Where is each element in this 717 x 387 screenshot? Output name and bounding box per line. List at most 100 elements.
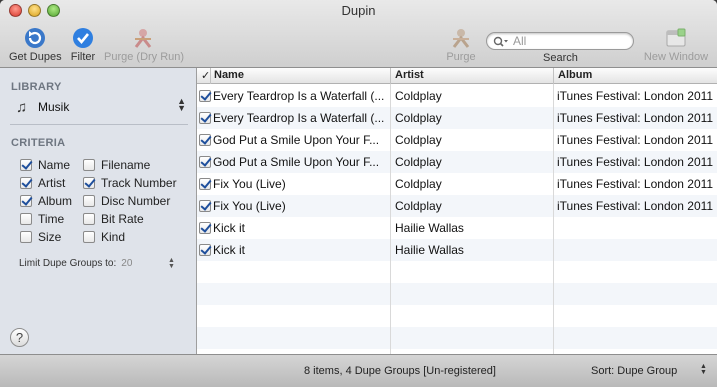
criteria-label: Bit Rate (101, 212, 144, 226)
filter-button[interactable]: Filter (69, 27, 97, 63)
library-select[interactable]: ♫ Musik ▲ ▼ (10, 97, 188, 117)
purge-button[interactable]: Purge (446, 27, 476, 63)
limit-value[interactable]: 20 (121, 258, 132, 269)
cell-album: iTunes Festival: London 2011 (557, 155, 714, 169)
filter-label: Filter (70, 51, 96, 63)
table-row[interactable]: Every Teardrop Is a Waterfall (... Coldpl… (197, 107, 717, 129)
criteria-track-number[interactable]: Track Number (83, 175, 177, 191)
table-row-empty (197, 283, 717, 305)
criteria-disc-number[interactable]: Disc Number (83, 193, 170, 209)
library-value: Musik (38, 100, 70, 114)
table-row[interactable]: Fix You (Live) Coldplay iTunes Festival: L… (197, 195, 717, 217)
row-checkbox[interactable] (199, 200, 211, 212)
cell-artist: Coldplay (395, 133, 442, 147)
column-header-artist[interactable]: Artist (395, 69, 424, 81)
cell-artist: Hailie Wallas (395, 221, 464, 235)
row-checkbox[interactable] (199, 112, 211, 124)
row-checkbox[interactable] (199, 244, 211, 256)
criteria-time[interactable]: Time (20, 211, 64, 227)
limit-stepper[interactable]: ▲ ▼ (168, 257, 175, 270)
row-checkbox[interactable] (199, 156, 211, 168)
purge-dry-run-button[interactable]: Purge (Dry Run) (104, 27, 184, 63)
column-grid-line (553, 84, 554, 354)
checkbox[interactable] (20, 177, 32, 189)
popup-arrows-icon[interactable]: ▲ ▼ (700, 363, 707, 376)
table-row[interactable]: Kick it Hailie Wallas (197, 217, 717, 239)
search-field[interactable] (486, 32, 634, 50)
popup-arrows-icon: ▲ ▼ (177, 96, 186, 113)
music-note-icon: ♫ (16, 99, 28, 116)
table-row[interactable]: God Put a Smile Upon Your F... Coldplay iT… (197, 129, 717, 151)
search-label: Search (543, 52, 578, 64)
criteria-filename[interactable]: Filename (83, 157, 150, 173)
cell-artist: Hailie Wallas (395, 243, 464, 257)
help-button[interactable]: ? (10, 328, 29, 347)
window-icon (666, 28, 686, 47)
criteria-header: CRITERIA (11, 137, 66, 149)
table-row-empty (197, 327, 717, 349)
checkbox[interactable] (20, 159, 32, 171)
cell-name: Kick it (213, 221, 246, 235)
criteria-label: Time (38, 212, 65, 226)
row-checkbox[interactable] (199, 222, 211, 234)
criteria-artist[interactable]: Artist (20, 175, 65, 191)
sidebar: LIBRARY ♫ Musik ▲ ▼ CRITERIA Name Filenam… (0, 68, 197, 354)
table-row[interactable]: Every Teardrop Is a Waterfall (... Coldpl… (197, 85, 717, 107)
column-grid-line (390, 84, 391, 354)
criteria-label: Size (38, 230, 62, 244)
criteria-name[interactable]: Name (20, 157, 70, 173)
cell-artist: Coldplay (395, 199, 442, 213)
cell-album: iTunes Festival: London 2011 (557, 89, 714, 103)
checkbox[interactable] (83, 195, 95, 207)
criteria-label: Artist (38, 176, 66, 190)
criteria-album[interactable]: Album (20, 193, 72, 209)
criteria-bit-rate[interactable]: Bit Rate (83, 211, 144, 227)
cell-name: Fix You (Live) (213, 199, 286, 213)
checkbox[interactable] (83, 213, 95, 225)
row-checkbox[interactable] (199, 134, 211, 146)
criteria-label: Album (38, 194, 73, 208)
table-row[interactable]: Fix You (Live) Coldplay iTunes Festival: L… (197, 173, 717, 195)
criteria-label: Kind (101, 230, 126, 244)
checkbox[interactable] (83, 231, 95, 243)
cell-artist: Coldplay (395, 89, 442, 103)
search-input[interactable] (513, 34, 628, 48)
limit-dupe-groups: Limit Dupe Groups to: 20 (19, 258, 132, 269)
cell-album: iTunes Festival: London 2011 (557, 199, 714, 213)
checkbox[interactable] (83, 159, 95, 171)
table-row-empty (197, 305, 717, 327)
table-row[interactable]: God Put a Smile Upon Your F... Coldplay iT… (197, 151, 717, 173)
column-header-album[interactable]: Album (558, 69, 592, 81)
get-dupes-button[interactable]: Get Dupes (9, 27, 62, 63)
purge-icon (134, 29, 152, 48)
cell-name: God Put a Smile Upon Your F... (213, 155, 380, 169)
checkbox[interactable] (20, 231, 32, 243)
toolbar: Dupin Get Dupes Filter Purge (Dry Run) P… (0, 0, 717, 68)
criteria-size[interactable]: Size (20, 229, 61, 245)
row-checkbox[interactable] (199, 178, 211, 190)
criteria-label: Track Number (101, 176, 177, 190)
cell-name: Every Teardrop Is a Waterfall (... (213, 89, 385, 103)
cell-album: iTunes Festival: London 2011 (557, 177, 714, 191)
table-row[interactable]: Kick it Hailie Wallas (197, 239, 717, 261)
row-checkbox[interactable] (199, 90, 211, 102)
checkbox[interactable] (83, 177, 95, 189)
sort-popup[interactable]: Sort: Dupe Group (591, 365, 677, 377)
checkbox[interactable] (20, 195, 32, 207)
criteria-kind[interactable]: Kind (83, 229, 125, 245)
limit-label: Limit Dupe Groups to: (19, 258, 117, 269)
checkmark-icon (73, 28, 93, 48)
column-header-name[interactable]: Name (214, 69, 244, 81)
checkbox[interactable] (20, 213, 32, 225)
table-row-empty (197, 261, 717, 283)
purge-label: Purge (446, 51, 476, 63)
status-summary: 8 items, 4 Dupe Groups [Un-registered] (304, 365, 496, 377)
cell-album: iTunes Festival: London 2011 (557, 111, 714, 125)
new-window-button[interactable]: New Window (643, 27, 709, 63)
refresh-icon (25, 28, 45, 48)
column-header-check[interactable]: ✓ (201, 69, 210, 82)
cell-album: iTunes Festival: London 2011 (557, 133, 714, 147)
cell-name: Kick it (213, 243, 246, 257)
column-divider (210, 68, 211, 84)
status-bar: 8 items, 4 Dupe Groups [Un-registered] S… (0, 354, 717, 387)
